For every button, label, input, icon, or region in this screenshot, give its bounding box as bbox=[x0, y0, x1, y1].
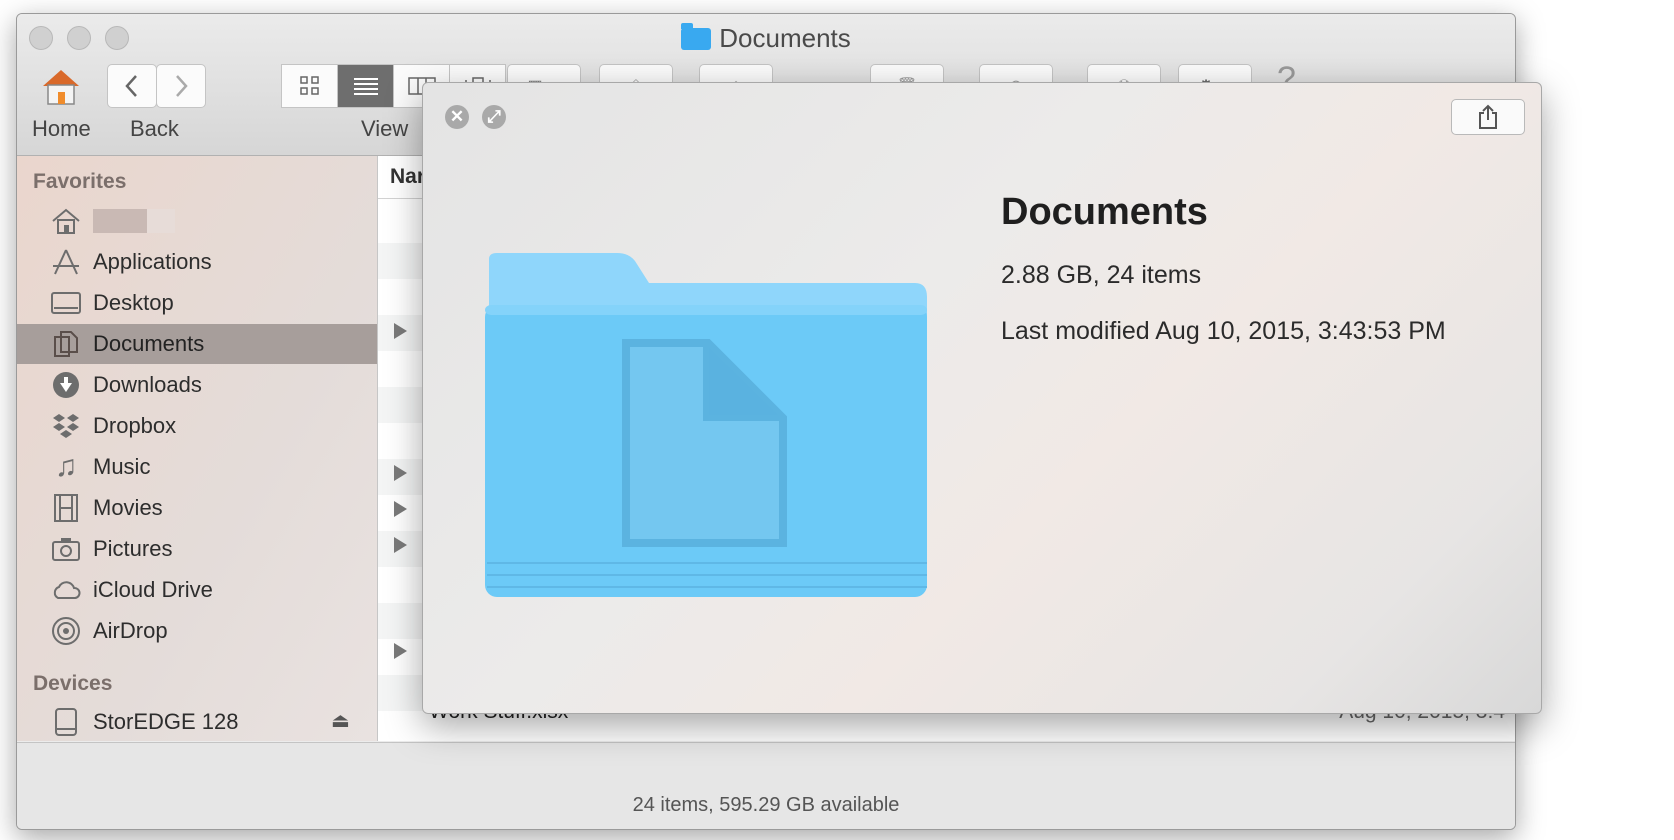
sidebar-item-pictures[interactable]: Pictures bbox=[17, 529, 377, 569]
close-icon[interactable]: ✕ bbox=[445, 105, 469, 129]
sidebar-item-label: Dropbox bbox=[93, 413, 177, 438]
sidebar-item-label: AirDrop bbox=[93, 618, 168, 643]
icon-view-button[interactable] bbox=[281, 64, 338, 108]
disclosure-triangle-icon[interactable] bbox=[394, 537, 407, 553]
grid-icon bbox=[299, 76, 319, 95]
downloads-icon bbox=[49, 370, 83, 400]
list-view-button[interactable] bbox=[337, 64, 394, 108]
sidebar-item-music[interactable]: ♫ Music bbox=[17, 447, 377, 487]
disclosure-triangle-icon[interactable] bbox=[394, 465, 407, 481]
cloud-icon bbox=[49, 575, 83, 605]
window-title: Documents bbox=[17, 23, 1515, 54]
quicklook-title: Documents bbox=[1001, 191, 1208, 233]
dropbox-icon bbox=[49, 411, 83, 441]
share-button[interactable] bbox=[1451, 99, 1525, 135]
sidebar-item-label bbox=[93, 209, 175, 233]
sidebar-item-label: Applications bbox=[93, 249, 212, 274]
sidebar-item-label: Movies bbox=[93, 495, 163, 520]
favorites-header: Favorites bbox=[33, 170, 127, 193]
sidebar-item-movies[interactable]: Movies bbox=[17, 488, 377, 528]
quicklook-panel: ✕ ⤢ Documents 2.88 GB, 24 items Last mod… bbox=[422, 82, 1542, 714]
camera-icon bbox=[49, 534, 83, 564]
applications-icon bbox=[49, 247, 83, 277]
home-button[interactable] bbox=[37, 62, 85, 110]
sidebar-item-home[interactable] bbox=[17, 201, 377, 241]
sidebar-item-label: iCloud Drive bbox=[93, 577, 213, 602]
sidebar-item-dropbox[interactable]: Dropbox bbox=[17, 406, 377, 446]
list-icon bbox=[353, 78, 378, 95]
back-label: Back bbox=[130, 116, 179, 141]
documents-icon bbox=[49, 329, 83, 359]
folder-icon bbox=[681, 23, 712, 50]
back-button[interactable] bbox=[107, 64, 157, 108]
sidebar-item-label: Pictures bbox=[93, 536, 173, 561]
sidebar: Favorites Applications Desktop Documents bbox=[17, 156, 378, 741]
sidebar-item-label: Music bbox=[93, 454, 151, 479]
devices-header: Devices bbox=[33, 672, 113, 695]
forward-button[interactable] bbox=[156, 64, 206, 108]
sidebar-item-downloads[interactable]: Downloads bbox=[17, 365, 377, 405]
sidebar-item-documents[interactable]: Documents bbox=[17, 324, 377, 364]
chevron-right-icon bbox=[176, 75, 188, 97]
status-bar: 24 items, 595.29 GB available bbox=[17, 742, 1515, 829]
sidebar-item-applications[interactable]: Applications bbox=[17, 242, 377, 282]
sidebar-item-desktop[interactable]: Desktop bbox=[17, 283, 377, 323]
disclosure-triangle-icon[interactable] bbox=[394, 323, 407, 339]
disclosure-triangle-icon[interactable] bbox=[394, 643, 407, 659]
airdrop-icon bbox=[49, 616, 83, 646]
sidebar-item-label: Downloads bbox=[93, 372, 202, 397]
view-label: View bbox=[361, 116, 409, 141]
music-icon: ♫ bbox=[54, 450, 78, 483]
movies-icon bbox=[49, 493, 83, 523]
quicklook-modified: Last modified Aug 10, 2015, 3:43:53 PM bbox=[1001, 317, 1446, 345]
share-icon bbox=[1479, 104, 1497, 129]
sidebar-item-airdrop[interactable]: AirDrop bbox=[17, 611, 377, 651]
desktop-icon bbox=[49, 288, 83, 318]
drive-icon bbox=[49, 707, 83, 737]
sidebar-item-label: Desktop bbox=[93, 290, 174, 315]
sidebar-item-label: StorEDGE 128 bbox=[93, 709, 239, 734]
status-text: 24 items, 595.29 GB available bbox=[632, 794, 900, 816]
quicklook-size: 2.88 GB, 24 items bbox=[1001, 261, 1202, 289]
home-label: Home bbox=[32, 116, 91, 141]
disclosure-triangle-icon[interactable] bbox=[394, 501, 407, 517]
home-icon bbox=[43, 70, 79, 105]
chevron-left-icon bbox=[125, 75, 137, 97]
fullscreen-icon[interactable]: ⤢ bbox=[482, 105, 506, 129]
eject-icon[interactable]: ⏏ bbox=[331, 708, 350, 733]
home-icon bbox=[49, 206, 83, 236]
sidebar-item-storedge[interactable]: StorEDGE 128 ⏏ bbox=[17, 702, 377, 742]
sidebar-item-label: Documents bbox=[93, 331, 205, 356]
folder-icon bbox=[485, 253, 927, 597]
sidebar-item-icloud-drive[interactable]: iCloud Drive bbox=[17, 570, 377, 610]
